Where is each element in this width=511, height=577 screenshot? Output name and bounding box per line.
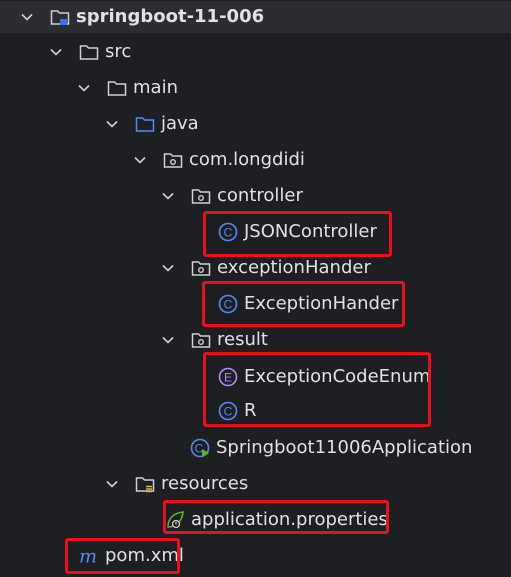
- controller-package-label: controller: [217, 185, 303, 206]
- chevron-down-icon[interactable]: [161, 261, 175, 275]
- tree-row-r-class[interactable]: C R: [0, 395, 511, 427]
- spring-boot-class-icon: C: [190, 438, 210, 458]
- resources-folder-icon: [135, 474, 155, 494]
- exception-code-enum-label: ExceptionCodeEnum: [244, 366, 431, 387]
- package-icon: [163, 150, 183, 170]
- spring-properties-icon: [165, 510, 185, 530]
- svg-text:E: E: [224, 371, 232, 385]
- class-icon: C: [218, 294, 238, 314]
- tree-row-project-root[interactable]: springboot-11-006: [0, 1, 511, 33]
- exception-hander-label: ExceptionHander: [244, 293, 399, 314]
- exception-package-label: exceptionHander: [217, 257, 371, 278]
- svg-text:C: C: [224, 298, 233, 312]
- tree-row-exception-package[interactable]: exceptionHander: [0, 252, 511, 284]
- enum-icon: E: [218, 367, 238, 387]
- chevron-down-icon[interactable]: [49, 45, 63, 59]
- maven-icon: m: [77, 544, 99, 567]
- application-class-label: Springboot11006Application: [216, 437, 473, 458]
- project-root-label: springboot-11-006: [76, 6, 265, 27]
- chevron-down-icon[interactable]: [133, 153, 147, 167]
- package-icon: [191, 330, 211, 350]
- tree-row-json-controller[interactable]: C JSONController: [0, 216, 511, 248]
- result-package-label: result: [217, 329, 268, 350]
- svg-text:C: C: [224, 405, 233, 419]
- tree-row-controller-package[interactable]: controller: [0, 180, 511, 212]
- tree-row-main[interactable]: main: [0, 72, 511, 104]
- java-folder-label: java: [161, 113, 199, 134]
- tree-row-exception-code-enum[interactable]: E ExceptionCodeEnum: [0, 361, 511, 393]
- chevron-down-icon[interactable]: [105, 117, 119, 131]
- chevron-down-icon[interactable]: [161, 333, 175, 347]
- class-icon: C: [218, 222, 238, 242]
- json-controller-label: JSONController: [244, 221, 377, 242]
- tree-row-pom-xml[interactable]: m pom.xml: [0, 540, 511, 572]
- application-properties-label: application.properties: [191, 509, 388, 530]
- tree-row-application-properties[interactable]: application.properties: [0, 504, 511, 536]
- folder-icon: [107, 78, 127, 98]
- src-folder-label: src: [105, 41, 132, 62]
- chevron-down-icon[interactable]: [20, 10, 34, 24]
- svg-text:C: C: [224, 226, 233, 240]
- tree-row-application-class[interactable]: C Springboot11006Application: [0, 432, 511, 464]
- chevron-down-icon[interactable]: [77, 81, 91, 95]
- r-class-label: R: [244, 400, 257, 421]
- source-root-folder-icon: [135, 114, 155, 134]
- tree-row-result-package[interactable]: result: [0, 324, 511, 356]
- pom-xml-label: pom.xml: [105, 545, 184, 566]
- tree-row-src[interactable]: src: [0, 36, 511, 68]
- tree-row-package-com-longdidi[interactable]: com.longdidi: [0, 144, 511, 176]
- tree-row-resources[interactable]: resources: [0, 468, 511, 500]
- class-icon: C: [218, 401, 238, 421]
- folder-icon: [79, 42, 99, 62]
- package-label: com.longdidi: [189, 149, 305, 170]
- tree-row-java[interactable]: java: [0, 108, 511, 140]
- tree-row-exception-hander[interactable]: C ExceptionHander: [0, 288, 511, 320]
- svg-text:m: m: [79, 544, 97, 567]
- package-icon: [191, 258, 211, 278]
- main-folder-label: main: [133, 77, 178, 98]
- chevron-down-icon[interactable]: [161, 189, 175, 203]
- chevron-down-icon[interactable]: [105, 477, 119, 491]
- module-folder-icon: [50, 7, 70, 27]
- package-icon: [191, 186, 211, 206]
- resources-folder-label: resources: [161, 473, 249, 494]
